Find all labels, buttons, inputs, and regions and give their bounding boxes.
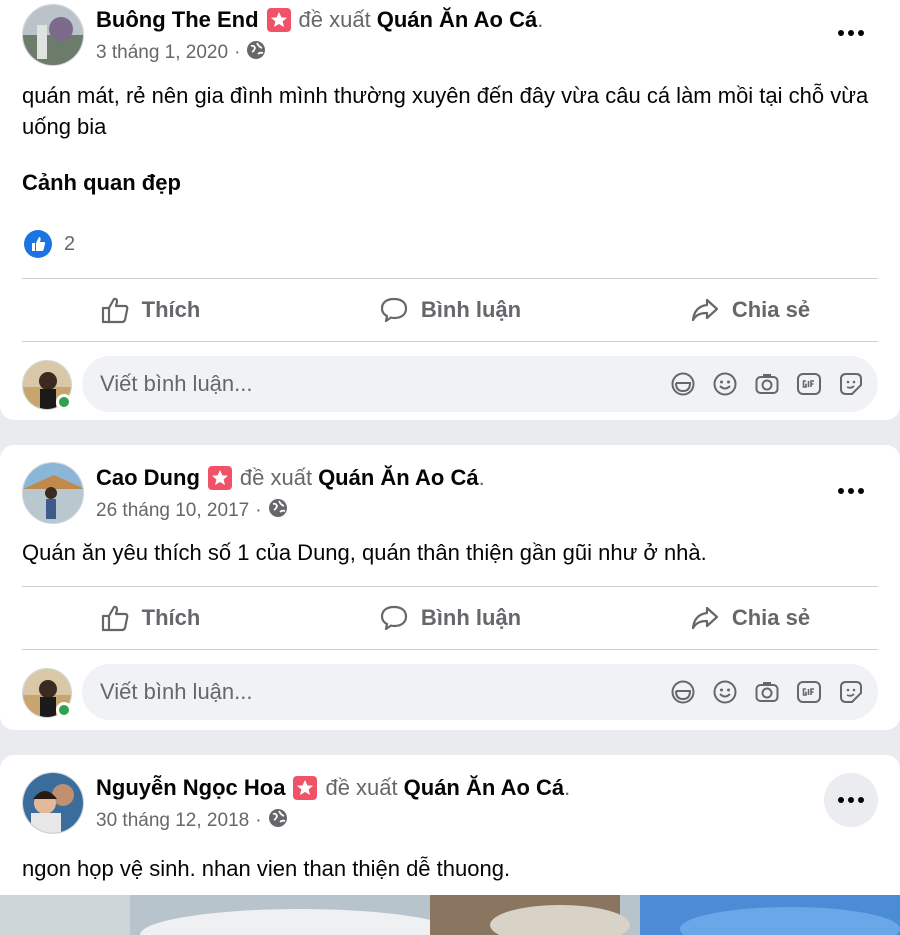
globe-icon (246, 40, 266, 66)
avatar[interactable] (22, 772, 84, 834)
comment-input[interactable]: Viết bình luận... (82, 356, 878, 412)
author-line: Cao Dung đề xuất Quán Ăn Ao Cá . (96, 458, 485, 498)
online-status-dot (56, 394, 72, 410)
like-button[interactable]: Thích (0, 587, 300, 649)
gif-icon[interactable] (796, 679, 822, 705)
globe-icon (268, 808, 288, 834)
period: . (537, 7, 544, 32)
page-name[interactable]: Quán Ăn Ao Cá (318, 465, 479, 491)
more-options-button[interactable] (824, 6, 878, 60)
more-dots-icon (838, 797, 864, 803)
share-icon (691, 298, 718, 322)
recommend-badge-icon (207, 466, 232, 490)
post-date[interactable]: 26 tháng 10, 2017 (96, 500, 249, 522)
divider (22, 649, 878, 650)
like-label: Thích (141, 605, 201, 630)
post-header: Nguyễn Ngọc Hoa đề xuất Quán Ăn Ao Cá . … (0, 768, 900, 840)
comment-icon (380, 297, 407, 323)
like-label: Thích (141, 297, 201, 322)
comment-placeholder: Viết bình luận... (100, 679, 253, 704)
post-photo[interactable] (0, 895, 900, 935)
comment-label: Bình luận (420, 297, 522, 322)
separator: · (255, 810, 262, 831)
thumbs-up-icon (101, 605, 129, 632)
author-name[interactable]: Cao Dung (96, 465, 200, 491)
camera-icon[interactable] (754, 371, 780, 397)
gif-icon[interactable] (796, 371, 822, 397)
reactions-summary[interactable]: 2 (0, 224, 900, 264)
like-count: 2 (64, 232, 76, 255)
share-button[interactable]: Chia sẻ (600, 279, 900, 341)
share-icon (691, 606, 718, 630)
sticker-icon[interactable] (838, 679, 864, 705)
like-reaction-icon (24, 230, 52, 258)
post-card: Buông The End đề xuất Quán Ăn Ao Cá . 3 … (0, 0, 900, 420)
post-text: Quán ăn yêu thích số 1 của Dung, quán th… (22, 540, 707, 565)
recommends-label: đề xuất (325, 775, 398, 800)
sticker-icon[interactable] (838, 371, 864, 397)
share-label: Chia sẻ (731, 297, 811, 322)
avatar[interactable] (22, 4, 84, 66)
period: . (564, 775, 571, 800)
globe-icon (268, 498, 288, 524)
separator: · (255, 500, 262, 521)
composer-tools (654, 371, 864, 397)
period: . (478, 465, 485, 490)
recommend-badge-icon (293, 776, 318, 800)
avatar-sticker-icon[interactable] (670, 371, 696, 397)
page-name[interactable]: Quán Ăn Ao Cá (404, 775, 565, 801)
comment-composer: Viết bình luận... (0, 662, 900, 730)
more-dots-icon (838, 30, 864, 36)
emoji-icon[interactable] (712, 371, 738, 397)
post-card: Nguyễn Ngọc Hoa đề xuất Quán Ăn Ao Cá . … (0, 755, 900, 935)
avatar-sticker-icon[interactable] (670, 679, 696, 705)
post-header: Cao Dung đề xuất Quán Ăn Ao Cá . 26 thán… (0, 458, 900, 530)
post-header: Buông The End đề xuất Quán Ăn Ao Cá . 3 … (0, 0, 900, 72)
more-options-button[interactable] (824, 773, 878, 827)
composer-tools (654, 679, 864, 705)
recommends-label: đề xuất (239, 465, 313, 490)
share-label: Chia sẻ (731, 605, 811, 630)
post-card: Cao Dung đề xuất Quán Ăn Ao Cá . 26 thán… (0, 445, 900, 730)
post-meta: 26 tháng 10, 2017 · (96, 498, 288, 524)
comment-placeholder: Viết bình luận... (100, 371, 253, 396)
recommends-label: đề xuất (298, 7, 371, 32)
share-button[interactable]: Chia sẻ (600, 587, 900, 649)
thumbs-up-icon (101, 297, 129, 324)
avatar[interactable] (22, 462, 84, 524)
emoji-icon[interactable] (712, 679, 738, 705)
recommend-badge-icon (266, 8, 291, 32)
author-line: Nguyễn Ngọc Hoa đề xuất Quán Ăn Ao Cá . (96, 768, 570, 808)
like-button[interactable]: Thích (0, 279, 300, 341)
more-options-button[interactable] (824, 464, 878, 518)
comment-input[interactable]: Viết bình luận... (82, 664, 878, 720)
action-bar: Thích Bình luận Chia sẻ (0, 279, 900, 341)
post-date[interactable]: 3 tháng 1, 2020 (96, 42, 228, 64)
post-date[interactable]: 30 tháng 12, 2018 (96, 810, 249, 832)
comment-label: Bình luận (420, 605, 522, 630)
author-name[interactable]: Buông The End (96, 7, 259, 33)
comment-composer: Viết bình luận... (0, 354, 900, 422)
online-status-dot (56, 702, 72, 718)
comment-button[interactable]: Bình luận (300, 279, 600, 341)
camera-icon[interactable] (754, 679, 780, 705)
comment-icon (380, 605, 407, 631)
author-name[interactable]: Nguyễn Ngọc Hoa (96, 775, 285, 801)
page-name[interactable]: Quán Ăn Ao Cá (377, 7, 538, 33)
post-tag: Cảnh quan đẹp (22, 170, 181, 195)
comment-button[interactable]: Bình luận (300, 587, 600, 649)
action-bar: Thích Bình luận Chia sẻ (0, 587, 900, 649)
post-text: quán mát, rẻ nên gia đình mình thường xu… (22, 83, 869, 139)
post-meta: 3 tháng 1, 2020 · (96, 40, 266, 66)
post-text: ngon họp vệ sinh. nhan vien than thiện d… (22, 856, 511, 881)
author-line: Buông The End đề xuất Quán Ăn Ao Cá . (96, 0, 543, 40)
post-meta: 30 tháng 12, 2018 · (96, 808, 288, 834)
divider (22, 341, 878, 342)
separator: · (234, 42, 241, 63)
more-dots-icon (838, 488, 864, 494)
